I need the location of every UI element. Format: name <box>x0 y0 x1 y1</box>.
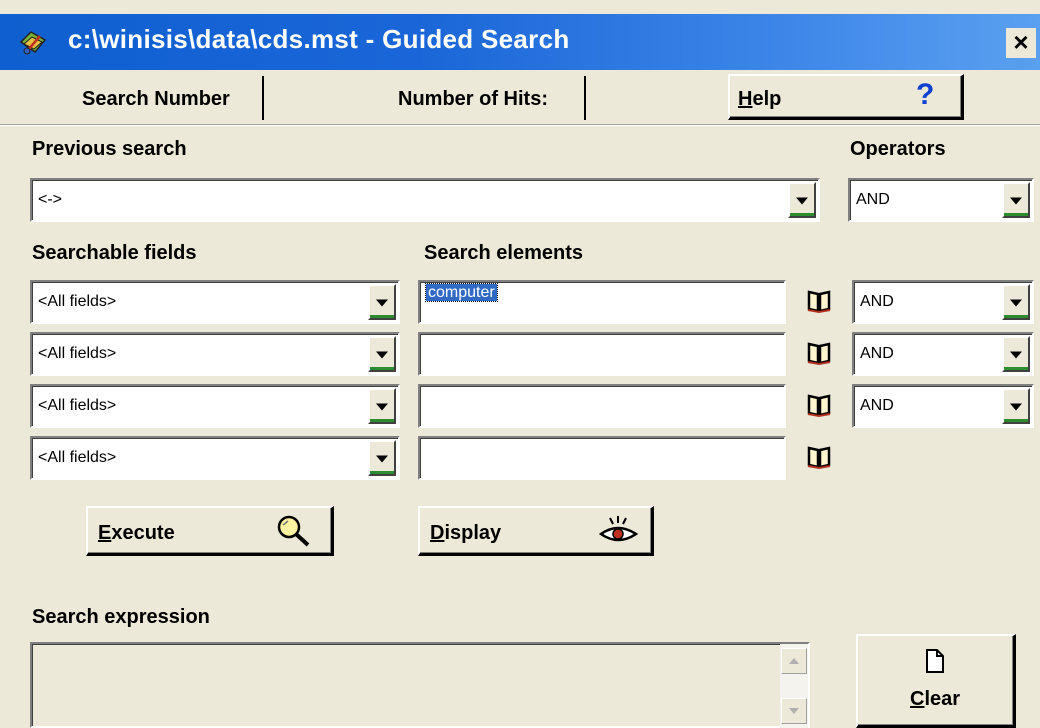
scroll-up-button[interactable] <box>781 648 807 674</box>
chevron-down-icon[interactable] <box>1002 182 1030 218</box>
document-icon <box>926 649 944 673</box>
window-title: c:\winisis\data\cds.mst - Guided Search <box>68 24 570 54</box>
scrollbar[interactable] <box>780 644 808 728</box>
clear-label-mnemonic: C <box>910 688 925 710</box>
previous-search-combo[interactable]: <-> <box>30 178 820 222</box>
chevron-down-icon[interactable] <box>788 182 816 218</box>
search-element-input-4[interactable] <box>418 436 786 480</box>
chevron-up-icon <box>789 658 799 664</box>
magnifier-icon <box>277 515 310 547</box>
chevron-down-icon[interactable] <box>368 440 396 476</box>
eye-icon <box>598 516 639 542</box>
hits-label: Number of Hits: <box>398 88 548 110</box>
field-combo-4[interactable]: <All fields> <box>30 436 400 480</box>
help-label: elp <box>752 88 782 110</box>
display-button[interactable]: Display <box>418 506 654 556</box>
chevron-down-icon <box>789 708 799 714</box>
previous-search-label: Previous search <box>32 138 187 160</box>
search-element-input-3[interactable] <box>418 384 786 428</box>
clear-button[interactable]: Clear <box>856 634 1016 728</box>
execute-button[interactable]: Execute <box>86 506 334 556</box>
search-element-input-2[interactable] <box>418 332 786 376</box>
winisis-app-icon <box>19 31 47 55</box>
display-label: isplay <box>444 522 502 544</box>
chevron-down-icon[interactable] <box>368 336 396 372</box>
divider <box>0 124 1040 126</box>
operators-label: Operators <box>850 138 946 160</box>
execute-label-mnemonic: E <box>98 522 112 544</box>
field-combo-1[interactable]: <All fields> <box>30 280 400 324</box>
display-label-mnemonic: D <box>430 522 445 544</box>
operator-combo-3[interactable]: AND <box>852 384 1034 428</box>
clear-label: lear <box>924 688 961 710</box>
book-icon[interactable] <box>806 340 832 366</box>
book-icon[interactable] <box>806 444 832 470</box>
chevron-down-icon[interactable] <box>368 284 396 320</box>
search-element-text-1: computer <box>425 283 498 302</box>
book-icon[interactable] <box>806 392 832 418</box>
chevron-down-icon[interactable] <box>1002 388 1030 424</box>
searchable-fields-label: Searchable fields <box>32 242 197 264</box>
chevron-down-icon[interactable] <box>1002 336 1030 372</box>
field-combo-2[interactable]: <All fields> <box>30 332 400 376</box>
scroll-down-button[interactable] <box>781 698 807 724</box>
question-icon: ? <box>916 78 935 111</box>
field-combo-3[interactable]: <All fields> <box>30 384 400 428</box>
chevron-down-icon[interactable] <box>368 388 396 424</box>
hits-field <box>584 76 694 120</box>
help-label-mnemonic: H <box>738 88 753 110</box>
book-icon[interactable] <box>806 288 832 314</box>
operator-combo-1[interactable]: AND <box>852 280 1034 324</box>
search-expression-box[interactable] <box>30 642 810 728</box>
search-element-input-1[interactable]: computer <box>418 280 786 324</box>
previous-search-value: <-> <box>38 191 63 208</box>
search-elements-label: Search elements <box>424 242 583 264</box>
title-bar: c:\winisis\data\cds.mst - Guided Search … <box>0 14 1040 70</box>
operator-combo-top[interactable]: AND <box>848 178 1034 222</box>
operator-combo-2[interactable]: AND <box>852 332 1034 376</box>
search-number-label: Search Number <box>82 88 230 110</box>
execute-label: xecute <box>111 522 175 544</box>
help-button[interactable]: Help ? <box>728 74 964 120</box>
close-button[interactable]: × <box>1006 28 1036 58</box>
search-number-field <box>262 76 332 120</box>
chevron-down-icon[interactable] <box>1002 284 1030 320</box>
search-expression-label: Search expression <box>32 606 210 628</box>
